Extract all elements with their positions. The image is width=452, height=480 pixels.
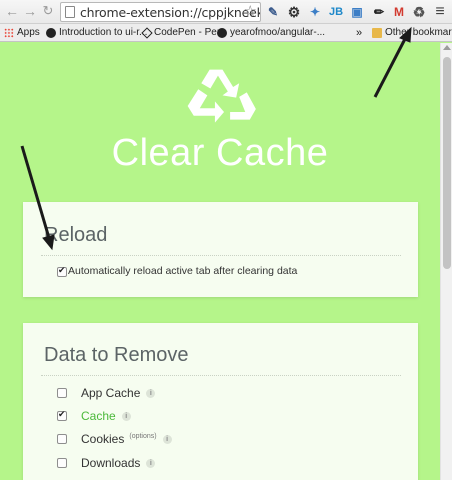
window-icon[interactable]: ▣: [349, 4, 365, 20]
page-scrollbar[interactable]: [440, 43, 452, 480]
bookmark-other[interactable]: Other bookmarks: [372, 27, 452, 38]
cookies-checkbox[interactable]: [57, 434, 67, 444]
gear-icon[interactable]: ⚙: [286, 4, 302, 20]
gmail-icon[interactable]: M: [391, 4, 407, 20]
recycle-icon[interactable]: ♻: [411, 4, 427, 20]
data-to-remove-heading: Data to Remove: [44, 344, 189, 366]
folder-icon: [372, 27, 382, 38]
page-icon: [65, 6, 75, 18]
bookmark-apps[interactable]: Apps: [4, 27, 40, 38]
downloads-label[interactable]: Downloads: [81, 456, 140, 470]
app-title: Clear Cache: [111, 132, 329, 174]
cookies-options-link[interactable]: (options): [129, 433, 156, 440]
app-cache-label[interactable]: App Cache: [81, 386, 140, 400]
info-icon[interactable]: i: [121, 411, 131, 421]
option-downloads[interactable]: Downloads i: [57, 456, 156, 470]
apps-grid-icon: [4, 27, 14, 38]
menu-icon[interactable]: ≡: [432, 4, 448, 20]
bookmark-yearofmoo[interactable]: yearofmoo/angular-...: [217, 27, 325, 38]
bookmark-introduction[interactable]: Introduction to ui-r...: [46, 27, 147, 38]
codepen-icon: [141, 26, 153, 39]
satellite-icon[interactable]: ✦: [307, 4, 323, 20]
bookmark-label: Apps: [17, 27, 40, 38]
cache-checkbox[interactable]: [57, 409, 67, 421]
bookmarks-overflow[interactable]: »: [356, 27, 362, 39]
info-icon[interactable]: i: [146, 458, 156, 468]
pen-icon[interactable]: ✏: [371, 4, 387, 20]
overflow-chevron-icon: »: [356, 27, 363, 39]
github-icon: [217, 27, 227, 38]
cookies-label[interactable]: Cookies: [81, 432, 124, 446]
auto-reload-checkbox[interactable]: [57, 265, 67, 277]
option-app-cache[interactable]: App Cache i: [57, 386, 156, 400]
divider: [41, 255, 401, 256]
reload-card: Reload Automatically reload active tab a…: [23, 202, 418, 297]
bookmark-label: CodePen - Pen: [154, 27, 223, 38]
app-cache-checkbox[interactable]: [57, 388, 67, 398]
bookmark-label: Other bookmarks: [385, 27, 452, 38]
auto-reload-label[interactable]: Automatically reload active tab after cl…: [68, 265, 297, 277]
option-cookies[interactable]: Cookies (options) i: [57, 432, 172, 446]
forward-arrow-icon[interactable]: →: [22, 3, 38, 19]
reload-icon[interactable]: ↻: [40, 3, 56, 19]
option-cache[interactable]: Cache i: [57, 409, 131, 423]
eyedropper-icon[interactable]: ✎: [265, 4, 281, 20]
bookmark-label: Introduction to ui-r...: [59, 27, 148, 38]
info-icon[interactable]: i: [162, 434, 172, 444]
address-bar[interactable]: chrome-extension://cppjkneekbjaee ☆: [60, 2, 261, 22]
bookmark-label: yearofmoo/angular-...: [230, 27, 326, 38]
cache-label[interactable]: Cache: [81, 409, 116, 423]
recycle-logo-icon: [187, 69, 256, 123]
github-icon: [46, 27, 56, 38]
divider: [41, 375, 401, 376]
jb-icon[interactable]: JB: [328, 4, 344, 20]
bookmark-star-icon[interactable]: ☆: [244, 3, 257, 21]
downloads-checkbox[interactable]: [57, 458, 67, 468]
back-arrow-icon[interactable]: ←: [4, 3, 20, 19]
bookmark-codepen[interactable]: CodePen - Pen: [141, 26, 223, 39]
scroll-thumb[interactable]: [443, 57, 451, 269]
bookmarks-bar: Apps Introduction to ui-r... CodePen - P…: [0, 24, 452, 42]
scroll-up-arrow-icon[interactable]: [443, 45, 451, 50]
info-icon[interactable]: i: [146, 388, 156, 398]
annotation-arrow-extension: [373, 36, 408, 98]
reload-heading: Reload: [44, 224, 108, 246]
url-text[interactable]: chrome-extension://cppjkneekbjaee: [80, 5, 260, 20]
browser-toolbar: ← → ↻ chrome-extension://cppjkneekbjaee …: [0, 0, 452, 24]
data-to-remove-card: Data to Remove App Cache i Cache i Cooki…: [23, 323, 418, 480]
